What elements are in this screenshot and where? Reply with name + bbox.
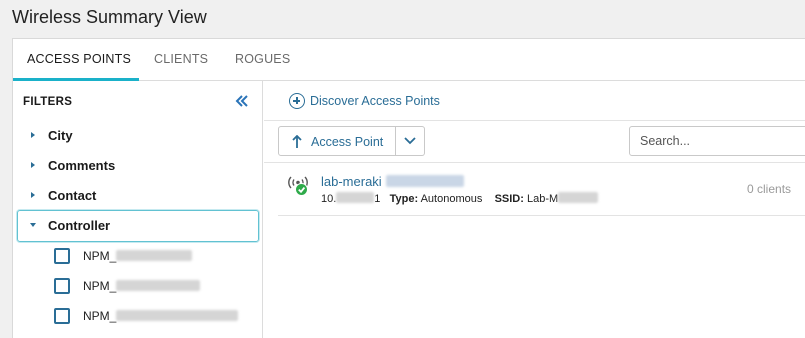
double-chevron-left-icon[interactable] bbox=[235, 90, 249, 110]
filter-label: Comments bbox=[48, 158, 116, 173]
wireless-ap-up-icon bbox=[288, 176, 308, 196]
divider bbox=[264, 162, 805, 163]
caret-right-icon bbox=[31, 162, 35, 168]
main-card: ACCESS POINTS CLIENTS ROGUES FILTERS Cit… bbox=[12, 38, 805, 338]
caret-right-icon bbox=[31, 192, 35, 198]
access-point-name-link[interactable]: lab-meraki bbox=[321, 174, 464, 189]
filter-label: City bbox=[48, 128, 73, 143]
filter-contact[interactable]: Contact bbox=[17, 180, 259, 212]
chevron-down-icon bbox=[404, 137, 416, 145]
checkbox[interactable] bbox=[54, 308, 70, 324]
divider bbox=[278, 215, 805, 216]
page-title: Wireless Summary View bbox=[12, 7, 207, 27]
filters-title: FILTERS bbox=[23, 96, 73, 108]
sort-dropdown-button[interactable] bbox=[396, 126, 425, 156]
checkbox[interactable] bbox=[54, 248, 70, 264]
option-label: NPM_ bbox=[83, 249, 193, 263]
caret-right-icon bbox=[31, 132, 35, 138]
controller-option[interactable]: NPM_ bbox=[54, 305, 254, 329]
sort-access-point-button[interactable]: Access Point bbox=[278, 126, 396, 156]
option-label: NPM_ bbox=[83, 309, 239, 323]
filters-sidebar: FILTERS City Comments Contact Controller… bbox=[13, 81, 263, 338]
tab-rogues[interactable]: ROGUES bbox=[235, 52, 290, 66]
tab-bar: ACCESS POINTS CLIENTS ROGUES bbox=[13, 39, 805, 81]
divider bbox=[264, 120, 805, 121]
filter-label: Contact bbox=[48, 188, 97, 203]
client-count: 0 clients bbox=[747, 182, 792, 196]
arrow-up-icon bbox=[292, 133, 302, 152]
filter-city[interactable]: City bbox=[17, 120, 259, 152]
filter-label: Controller bbox=[48, 218, 111, 233]
main-panel: Discover Access Points Access Point Sear… bbox=[264, 81, 805, 338]
sort-label: Access Point bbox=[311, 135, 384, 149]
plus-circle-icon bbox=[289, 93, 305, 109]
controller-option[interactable]: NPM_ bbox=[54, 245, 254, 269]
access-point-details: 10. 1 Type: Autonomous SSID: Lab-M bbox=[321, 192, 599, 205]
discover-label: Discover Access Points bbox=[310, 94, 440, 108]
tab-access-points[interactable]: ACCESS POINTS bbox=[27, 52, 131, 66]
option-label: NPM_ bbox=[83, 279, 201, 293]
tab-clients[interactable]: CLIENTS bbox=[154, 52, 208, 66]
search-input[interactable] bbox=[629, 126, 805, 156]
checkbox[interactable] bbox=[54, 278, 70, 294]
filter-comments[interactable]: Comments bbox=[17, 150, 259, 182]
controller-option[interactable]: NPM_ bbox=[54, 275, 254, 299]
caret-down-icon bbox=[30, 223, 36, 227]
filter-controller[interactable]: Controller bbox=[17, 210, 259, 242]
